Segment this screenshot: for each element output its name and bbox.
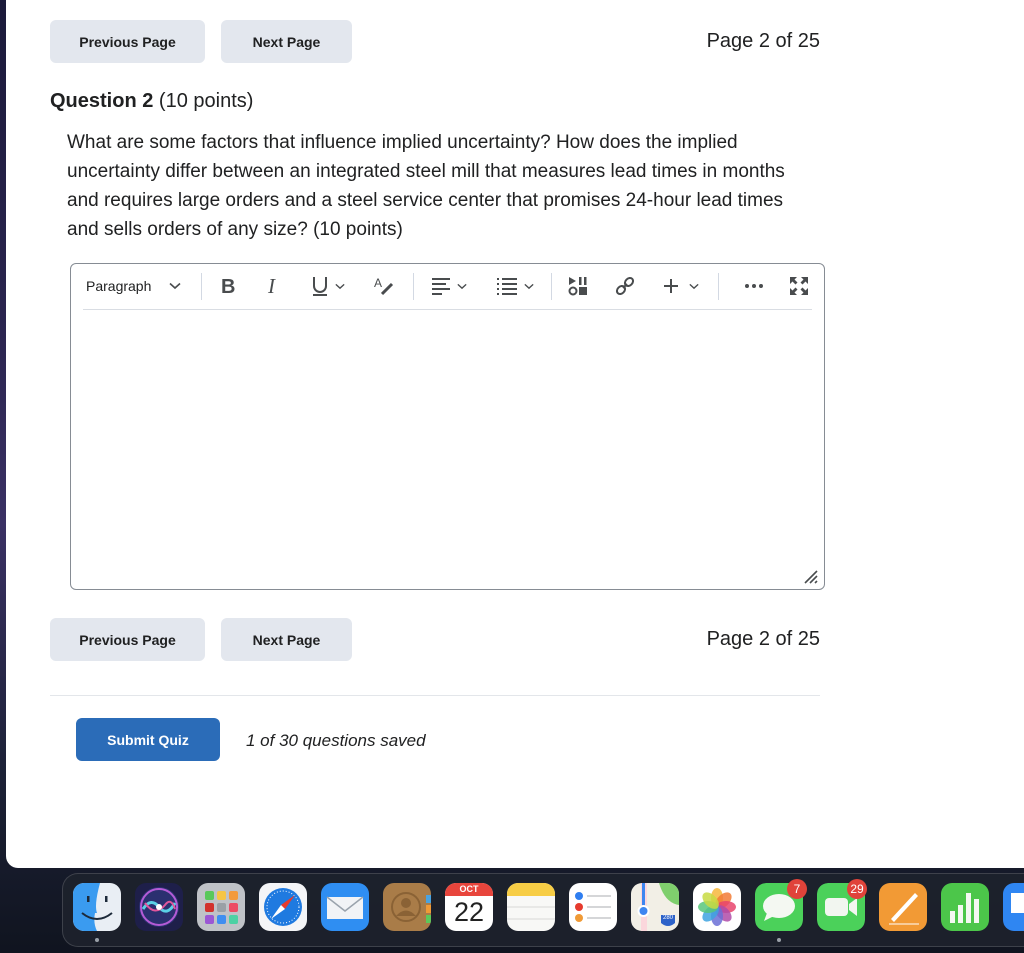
insert-icon: [663, 278, 679, 294]
toolbar-separator: [718, 273, 719, 300]
insert-link-button[interactable]: [614, 273, 636, 299]
reminders-icon: [569, 883, 617, 931]
top-pagination: Previous Page Next Page Page 2 of 25: [50, 20, 820, 64]
dock-launchpad[interactable]: [197, 883, 245, 931]
keynote-icon: [1003, 883, 1024, 931]
italic-icon: I: [266, 276, 282, 296]
resize-handle-icon[interactable]: [804, 570, 818, 584]
underline-button[interactable]: [311, 273, 345, 299]
bold-icon: B: [220, 276, 238, 296]
question-text: What are some factors that influence imp…: [67, 132, 785, 240]
save-status: 1 of 30 questions saved: [246, 731, 426, 750]
question-number: Question 2: [50, 90, 154, 112]
toolbar-separator: [413, 273, 414, 300]
mail-icon: [321, 883, 369, 931]
chevron-down-icon: [524, 283, 534, 290]
maps-icon: [631, 883, 679, 931]
dock-siri[interactable]: [135, 883, 183, 931]
chevron-down-icon: [457, 283, 467, 290]
more-actions-button[interactable]: [744, 273, 764, 299]
dock-numbers[interactable]: [941, 883, 989, 931]
insert-media-button[interactable]: [568, 273, 588, 299]
previous-page-button[interactable]: Previous Page: [50, 20, 205, 63]
answer-text-area[interactable]: [83, 312, 812, 581]
block-format-dropdown[interactable]: Paragraph: [86, 273, 181, 299]
browser-window: Previous Page Next Page Page 2 of 25 Que…: [6, 0, 1024, 868]
list-dropdown[interactable]: [496, 273, 534, 299]
numbers-icon: [941, 883, 989, 931]
notes-icon: [507, 883, 555, 931]
section-divider: [50, 695, 820, 696]
chevron-down-icon: [169, 282, 181, 290]
siri-icon: [135, 883, 183, 931]
dock-safari[interactable]: [259, 883, 307, 931]
running-indicator: [777, 938, 781, 942]
format-painter-button[interactable]: A: [373, 273, 395, 299]
insert-stuff-dropdown[interactable]: [663, 273, 699, 299]
question-heading: Question 2 (10 points): [50, 90, 253, 113]
finder-icon: [73, 883, 121, 931]
maps-shield: 280: [662, 915, 673, 921]
next-page-button[interactable]: Next Page: [221, 20, 352, 63]
block-format-label: Paragraph: [86, 278, 152, 294]
running-indicator: [95, 938, 99, 942]
dock-contacts[interactable]: [383, 883, 431, 931]
dock: OCT 22 280 7 29: [62, 873, 1024, 947]
svg-text:A: A: [374, 276, 382, 290]
bottom-pagination: Previous Page Next Page Page 2 of 25: [50, 618, 820, 662]
calendar-month: OCT: [459, 884, 479, 894]
page-indicator: Page 2 of 25: [706, 30, 820, 52]
dock-messages[interactable]: 7: [755, 879, 807, 931]
editor-toolbar: Paragraph B I A: [83, 264, 812, 310]
calendar-day: 22: [453, 897, 485, 927]
photos-icon: [693, 883, 741, 931]
toolbar-separator: [551, 273, 552, 300]
underline-icon: [311, 275, 329, 297]
align-dropdown[interactable]: [431, 273, 467, 299]
question-points: (10 points): [158, 90, 254, 112]
chevron-down-icon: [689, 283, 699, 290]
messages-badge: 7: [787, 879, 807, 899]
answer-editor: Paragraph B I A: [70, 263, 825, 590]
dock-calendar[interactable]: OCT 22: [445, 883, 493, 931]
svg-text:I: I: [267, 276, 276, 296]
dock-pages[interactable]: [879, 883, 927, 931]
facetime-badge: 29: [847, 879, 867, 899]
previous-page-button[interactable]: Previous Page: [50, 618, 205, 661]
submit-quiz-button[interactable]: Submit Quiz: [76, 718, 220, 761]
media-icon: [568, 276, 588, 296]
fullscreen-button[interactable]: [789, 273, 809, 299]
format-painter-icon: A: [373, 276, 395, 296]
contacts-icon: [383, 883, 431, 931]
italic-button[interactable]: I: [266, 273, 282, 299]
dock-mail[interactable]: [321, 883, 369, 931]
align-icon: [431, 277, 451, 295]
toolbar-separator: [201, 273, 202, 300]
more-icon: [744, 283, 764, 289]
link-icon: [614, 275, 636, 297]
bold-button[interactable]: B: [220, 273, 238, 299]
dock-notes[interactable]: [507, 883, 555, 931]
dock-maps[interactable]: 280: [631, 883, 679, 931]
dock-finder[interactable]: [73, 883, 121, 931]
dock-keynote[interactable]: [1003, 883, 1024, 931]
chevron-down-icon: [335, 283, 345, 290]
dock-photos[interactable]: [693, 883, 741, 931]
dock-reminders[interactable]: [569, 883, 617, 931]
safari-icon: [259, 883, 307, 931]
next-page-button[interactable]: Next Page: [221, 618, 352, 661]
launchpad-icon: [197, 883, 245, 931]
list-icon: [496, 277, 518, 295]
page-indicator: Page 2 of 25: [706, 628, 820, 650]
dock-facetime[interactable]: 29: [817, 879, 867, 931]
svg-text:B: B: [221, 276, 235, 296]
fullscreen-icon: [789, 276, 809, 296]
pages-icon: [879, 883, 927, 931]
